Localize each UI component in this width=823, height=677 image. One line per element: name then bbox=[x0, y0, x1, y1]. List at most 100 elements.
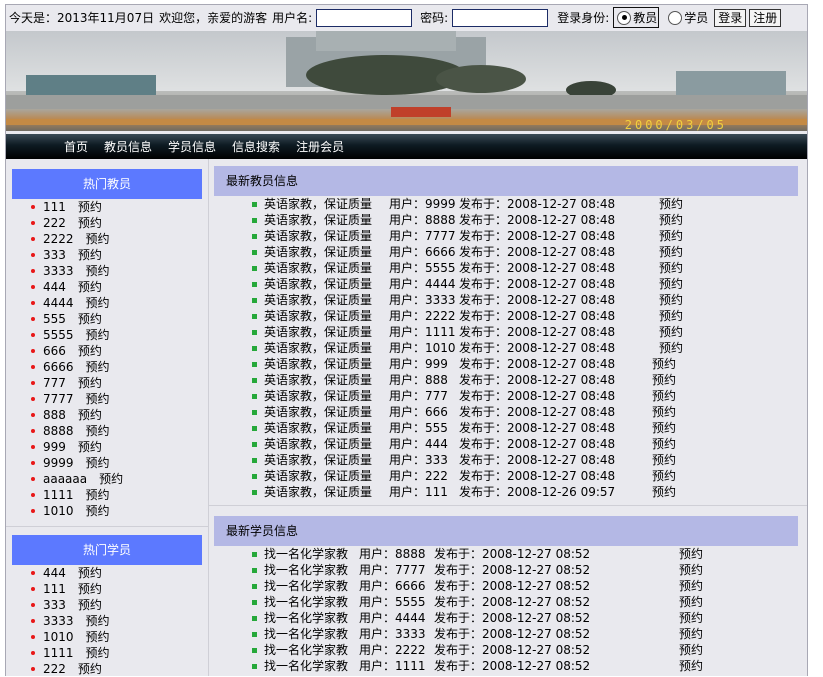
reserve-link[interactable]: 预约 bbox=[78, 200, 102, 214]
reserve-link[interactable]: 预约 bbox=[659, 212, 683, 228]
post-title-link[interactable]: 找一名化学家教 bbox=[264, 643, 348, 657]
user-link[interactable]: 777 bbox=[43, 376, 66, 390]
reserve-link[interactable]: 预约 bbox=[659, 228, 683, 244]
reserve-link[interactable]: 预约 bbox=[78, 344, 102, 358]
post-title-link[interactable]: 英语家教，保证质量 bbox=[264, 421, 372, 435]
post-title-link[interactable]: 英语家教，保证质量 bbox=[264, 437, 372, 451]
user-link[interactable]: 1010 bbox=[43, 504, 74, 518]
post-title-link[interactable]: 找一名化学家教 bbox=[264, 579, 348, 593]
user-link[interactable]: 9999 bbox=[43, 456, 74, 470]
reserve-link[interactable]: 预约 bbox=[679, 610, 703, 626]
post-title-link[interactable]: 找一名化学家教 bbox=[264, 627, 348, 641]
user-link[interactable]: 2222 bbox=[43, 232, 74, 246]
user-link[interactable]: 222 bbox=[43, 662, 66, 676]
user-link[interactable]: 444 bbox=[43, 280, 66, 294]
reserve-link[interactable]: 预约 bbox=[78, 598, 102, 612]
post-title-link[interactable]: 英语家教，保证质量 bbox=[264, 245, 372, 259]
user-link[interactable]: 1010 bbox=[43, 630, 74, 644]
post-title-link[interactable]: 英语家教，保证质量 bbox=[264, 277, 372, 291]
user-link[interactable]: 7777 bbox=[43, 392, 74, 406]
reserve-link[interactable]: 预约 bbox=[679, 546, 703, 562]
user-link[interactable]: 1111 bbox=[43, 488, 74, 502]
reserve-link[interactable]: 预约 bbox=[679, 658, 703, 674]
user-link[interactable]: 3333 bbox=[43, 264, 74, 278]
reserve-link[interactable]: 预约 bbox=[86, 630, 110, 644]
post-title-link[interactable]: 英语家教，保证质量 bbox=[264, 453, 372, 467]
reserve-link[interactable]: 预约 bbox=[652, 452, 676, 468]
post-title-link[interactable]: 英语家教，保证质量 bbox=[264, 405, 372, 419]
user-link[interactable]: 111 bbox=[43, 582, 66, 596]
reserve-link[interactable]: 预约 bbox=[679, 594, 703, 610]
reserve-link[interactable]: 预约 bbox=[86, 488, 110, 502]
post-title-link[interactable]: 英语家教，保证质量 bbox=[264, 485, 372, 499]
reserve-link[interactable]: 预约 bbox=[659, 340, 683, 356]
reserve-link[interactable]: 预约 bbox=[86, 504, 110, 518]
reserve-link[interactable]: 预约 bbox=[652, 468, 676, 484]
nav-home[interactable]: 首页 bbox=[64, 138, 88, 155]
reserve-link[interactable]: 预约 bbox=[78, 440, 102, 454]
user-link[interactable]: 555 bbox=[43, 312, 66, 326]
register-button[interactable]: 注册 bbox=[749, 8, 782, 27]
nav-search[interactable]: 信息搜索 bbox=[232, 138, 280, 155]
user-link[interactable]: 888 bbox=[43, 408, 66, 422]
reserve-link[interactable]: 预约 bbox=[86, 232, 110, 246]
reserve-link[interactable]: 预约 bbox=[679, 578, 703, 594]
reserve-link[interactable]: 预约 bbox=[86, 424, 110, 438]
reserve-link[interactable]: 预约 bbox=[78, 566, 102, 580]
user-link[interactable]: 666 bbox=[43, 344, 66, 358]
post-title-link[interactable]: 英语家教，保证质量 bbox=[264, 373, 372, 387]
post-title-link[interactable]: 英语家教，保证质量 bbox=[264, 261, 372, 275]
post-title-link[interactable]: 英语家教，保证质量 bbox=[264, 341, 372, 355]
reserve-link[interactable]: 预约 bbox=[652, 404, 676, 420]
username-input[interactable] bbox=[316, 8, 413, 27]
reserve-link[interactable]: 预约 bbox=[652, 484, 676, 500]
nav-student-info[interactable]: 学员信息 bbox=[168, 138, 216, 155]
post-title-link[interactable]: 英语家教，保证质量 bbox=[264, 325, 372, 339]
user-link[interactable]: 444 bbox=[43, 566, 66, 580]
reserve-link[interactable]: 预约 bbox=[652, 420, 676, 436]
nav-register[interactable]: 注册会员 bbox=[296, 138, 344, 155]
reserve-link[interactable]: 预约 bbox=[659, 308, 683, 324]
user-link[interactable]: aaaaaa bbox=[43, 472, 87, 486]
reserve-link[interactable]: 预约 bbox=[78, 376, 102, 390]
reserve-link[interactable]: 预约 bbox=[659, 324, 683, 340]
reserve-link[interactable]: 预约 bbox=[78, 408, 102, 422]
reserve-link[interactable]: 预约 bbox=[86, 264, 110, 278]
reserve-link[interactable]: 预约 bbox=[78, 216, 102, 230]
user-link[interactable]: 333 bbox=[43, 248, 66, 262]
reserve-link[interactable]: 预约 bbox=[86, 456, 110, 470]
user-link[interactable]: 6666 bbox=[43, 360, 74, 374]
reserve-link[interactable]: 预约 bbox=[659, 292, 683, 308]
post-title-link[interactable]: 找一名化学家教 bbox=[264, 595, 348, 609]
reserve-link[interactable]: 预约 bbox=[659, 276, 683, 292]
reserve-link[interactable]: 预约 bbox=[652, 436, 676, 452]
login-button[interactable]: 登录 bbox=[714, 8, 747, 27]
reserve-link[interactable]: 预约 bbox=[652, 372, 676, 388]
user-link[interactable]: 3333 bbox=[43, 614, 74, 628]
reserve-link[interactable]: 预约 bbox=[86, 392, 110, 406]
reserve-link[interactable]: 预约 bbox=[86, 296, 110, 310]
reserve-link[interactable]: 预约 bbox=[86, 614, 110, 628]
role-teacher-radio[interactable]: 教员 bbox=[613, 7, 660, 28]
reserve-link[interactable]: 预约 bbox=[652, 356, 676, 372]
user-link[interactable]: 222 bbox=[43, 216, 66, 230]
reserve-link[interactable]: 预约 bbox=[78, 312, 102, 326]
post-title-link[interactable]: 英语家教，保证质量 bbox=[264, 309, 372, 323]
user-link[interactable]: 4444 bbox=[43, 296, 74, 310]
password-input[interactable] bbox=[452, 8, 549, 27]
post-title-link[interactable]: 英语家教，保证质量 bbox=[264, 293, 372, 307]
reserve-link[interactable]: 预约 bbox=[78, 280, 102, 294]
reserve-link[interactable]: 预约 bbox=[86, 360, 110, 374]
user-link[interactable]: 333 bbox=[43, 598, 66, 612]
post-title-link[interactable]: 英语家教，保证质量 bbox=[264, 213, 372, 227]
nav-teacher-info[interactable]: 教员信息 bbox=[104, 138, 152, 155]
reserve-link[interactable]: 预约 bbox=[78, 662, 102, 676]
post-title-link[interactable]: 找一名化学家教 bbox=[264, 611, 348, 625]
reserve-link[interactable]: 预约 bbox=[86, 646, 110, 660]
reserve-link[interactable]: 预约 bbox=[679, 642, 703, 658]
post-title-link[interactable]: 找一名化学家教 bbox=[264, 547, 348, 561]
reserve-link[interactable]: 预约 bbox=[99, 472, 123, 486]
post-title-link[interactable]: 找一名化学家教 bbox=[264, 659, 348, 673]
reserve-link[interactable]: 预约 bbox=[78, 248, 102, 262]
reserve-link[interactable]: 预约 bbox=[652, 388, 676, 404]
